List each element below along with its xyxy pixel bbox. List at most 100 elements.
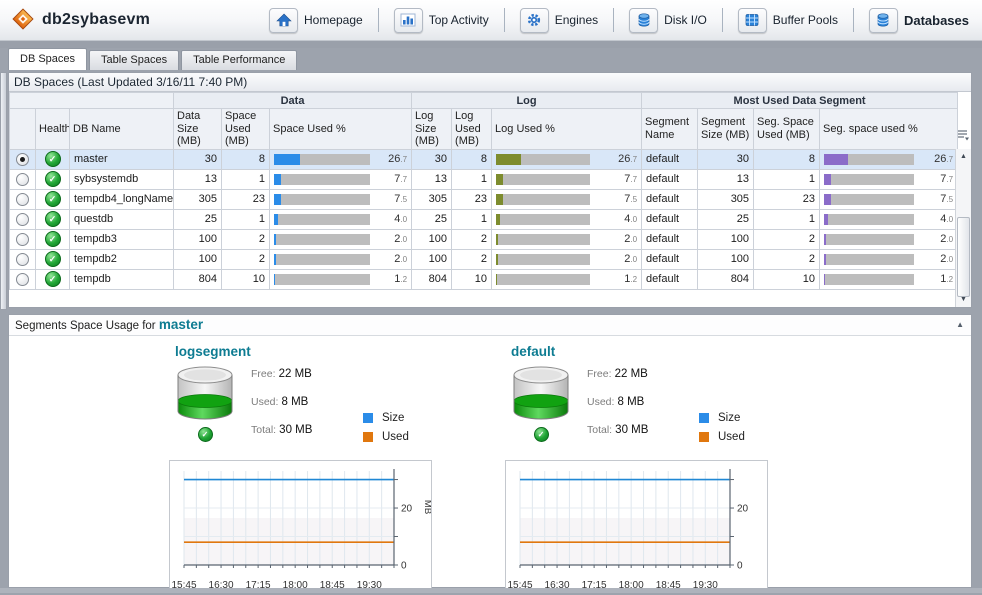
table-row[interactable]: ✓tempdb4_longName305237.5305237.5default…: [10, 189, 958, 209]
log-used-pct-cell: 2.0: [492, 229, 642, 249]
collapse-panel-icon[interactable]: ▲: [956, 315, 964, 335]
row-select-radio[interactable]: [16, 253, 29, 266]
svg-text:20: 20: [737, 504, 749, 515]
segment-name-cell: default: [642, 269, 698, 289]
segment-name-cell: default: [642, 149, 698, 169]
segment-name-cell: default: [642, 249, 698, 269]
seg-space-used-pct-cell: 26.7: [820, 149, 958, 169]
seg-space-used-cell: 8: [754, 149, 820, 169]
col-header-segment-name[interactable]: Segment Name: [642, 109, 698, 150]
col-header-seg-space-used-pct[interactable]: Seg. space used %: [820, 109, 958, 150]
col-header-db-name[interactable]: DB Name: [70, 109, 174, 150]
segment-name-heading: default: [511, 344, 841, 359]
table-row[interactable]: ✓questdb2514.02514.0default2514.0: [10, 209, 958, 229]
segment-size-cell: 13: [698, 169, 754, 189]
space-used-cell: 23: [222, 189, 270, 209]
column-chooser-icon[interactable]: [956, 128, 970, 142]
svg-text:20: 20: [401, 504, 413, 515]
buffer-grid-icon: [738, 8, 767, 33]
scrollbar-thumb[interactable]: [957, 217, 970, 297]
seg-space-used-cell: 2: [754, 249, 820, 269]
svg-text:0: 0: [737, 561, 743, 572]
db-name-cell: tempdb2: [70, 249, 174, 269]
row-select-radio[interactable]: [16, 273, 29, 286]
table-row[interactable]: ✓tempdb210022.010022.0default10022.0: [10, 249, 958, 269]
row-select-radio[interactable]: [16, 233, 29, 246]
segment-group: logsegment ✓ Free: 22 MB Used: 8 MB: [169, 342, 505, 593]
log-used-pct-cell: 1.2: [492, 269, 642, 289]
size-legend-swatch: [699, 413, 709, 423]
table-row[interactable]: ✓master30826.730826.7default30826.7: [10, 149, 958, 169]
segment-name-cell: default: [642, 229, 698, 249]
col-header-log-used[interactable]: Log Used (MB): [452, 109, 492, 150]
table-row[interactable]: ✓tempdb310022.010022.0default10022.0: [10, 229, 958, 249]
tab-db-spaces[interactable]: DB Spaces: [8, 48, 87, 70]
db-name-cell: master: [70, 149, 174, 169]
segment-total-stat: Total: 30 MB: [251, 424, 363, 452]
segment-size-cell: 25: [698, 209, 754, 229]
col-header-segment-size[interactable]: Segment Size (MB): [698, 109, 754, 150]
segments-title-db-name: master: [159, 317, 203, 332]
cylinder-gauge-icon: [511, 414, 571, 426]
chart-legend: Size Used: [363, 365, 409, 451]
data-size-cell: 100: [174, 229, 222, 249]
nav-separator: [613, 8, 614, 32]
connection-brand: db2sybasevm: [0, 8, 256, 33]
tab-table-performance[interactable]: Table Performance: [181, 50, 297, 70]
nav-item-disk-io[interactable]: Disk I/O: [616, 8, 720, 33]
segment-name-cell: default: [642, 209, 698, 229]
table-column-header-row: Health DB Name Data Size (MB) Space Used…: [10, 109, 958, 150]
row-select-radio[interactable]: [16, 173, 29, 186]
nav-item-top-activity[interactable]: Top Activity: [381, 8, 502, 33]
group-header-data: Data: [174, 93, 412, 109]
nav-item-engines[interactable]: Engines: [507, 8, 611, 33]
col-header-log-used-pct[interactable]: Log Used %: [492, 109, 642, 150]
seg-space-used-cell: 2: [754, 229, 820, 249]
seg-space-used-pct-cell: 7.5: [820, 189, 958, 209]
scrollbar-up-icon[interactable]: ▲: [956, 149, 971, 164]
log-used-cell: 2: [452, 229, 492, 249]
seg-space-used-cell: 1: [754, 209, 820, 229]
segment-name-cell: default: [642, 189, 698, 209]
segment-size-cell: 804: [698, 269, 754, 289]
log-size-cell: 13: [412, 169, 452, 189]
nav-item-homepage[interactable]: Homepage: [256, 8, 376, 33]
left-splitter[interactable]: [0, 72, 7, 310]
row-select-radio[interactable]: [16, 193, 29, 206]
col-header-log-size[interactable]: Log Size (MB): [412, 109, 452, 150]
col-header-health[interactable]: Health: [36, 109, 70, 150]
col-header-seg-space-used[interactable]: Seg. Space Used (MB): [754, 109, 820, 150]
nav-label: Buffer Pools: [773, 13, 838, 27]
col-header-data-size[interactable]: Data Size (MB): [174, 109, 222, 150]
tab-table-spaces[interactable]: Table Spaces: [89, 50, 179, 70]
db-name-cell: tempdb: [70, 269, 174, 289]
col-header-space-used[interactable]: Space Used (MB): [222, 109, 270, 150]
db-spaces-panel: DB Spaces (Last Updated 3/16/11 7:40 PM)…: [8, 72, 972, 308]
table-row[interactable]: ✓sybsystemdb1317.71317.7default1317.7: [10, 169, 958, 189]
log-used-pct-cell: 7.5: [492, 189, 642, 209]
table-scrollbar[interactable]: ▲ ▼: [955, 149, 971, 307]
row-select-radio[interactable]: [16, 213, 29, 226]
space-used-cell: 2: [222, 249, 270, 269]
row-select-radio[interactable]: [16, 153, 29, 166]
top-toolbar: db2sybasevm Homepage Top Activity Engine…: [0, 0, 982, 41]
nav-item-buffer-pools[interactable]: Buffer Pools: [725, 8, 851, 33]
col-header-radio: [10, 109, 36, 150]
space-used-pct-cell: 4.0: [270, 209, 412, 229]
log-used-cell: 1: [452, 209, 492, 229]
space-used-cell: 1: [222, 169, 270, 189]
nav-label: Databases: [904, 13, 969, 28]
space-used-pct-cell: 2.0: [270, 229, 412, 249]
table-row[interactable]: ✓tempdb804101.2804101.2default804101.2: [10, 269, 958, 289]
nav-separator: [504, 8, 505, 32]
log-size-cell: 305: [412, 189, 452, 209]
nav-item-databases[interactable]: Databases: [856, 8, 982, 33]
db-name-cell: sybsystemdb: [70, 169, 174, 189]
segment-health-ok-icon: ✓: [534, 427, 549, 442]
space-used-pct-cell: 1.2: [270, 269, 412, 289]
log-used-cell: 1: [452, 169, 492, 189]
col-header-space-used-pct[interactable]: Space Used %: [270, 109, 412, 150]
nav-label: Engines: [555, 13, 598, 27]
home-icon: [269, 8, 298, 33]
scrollbar-down-icon[interactable]: ▼: [956, 292, 971, 307]
